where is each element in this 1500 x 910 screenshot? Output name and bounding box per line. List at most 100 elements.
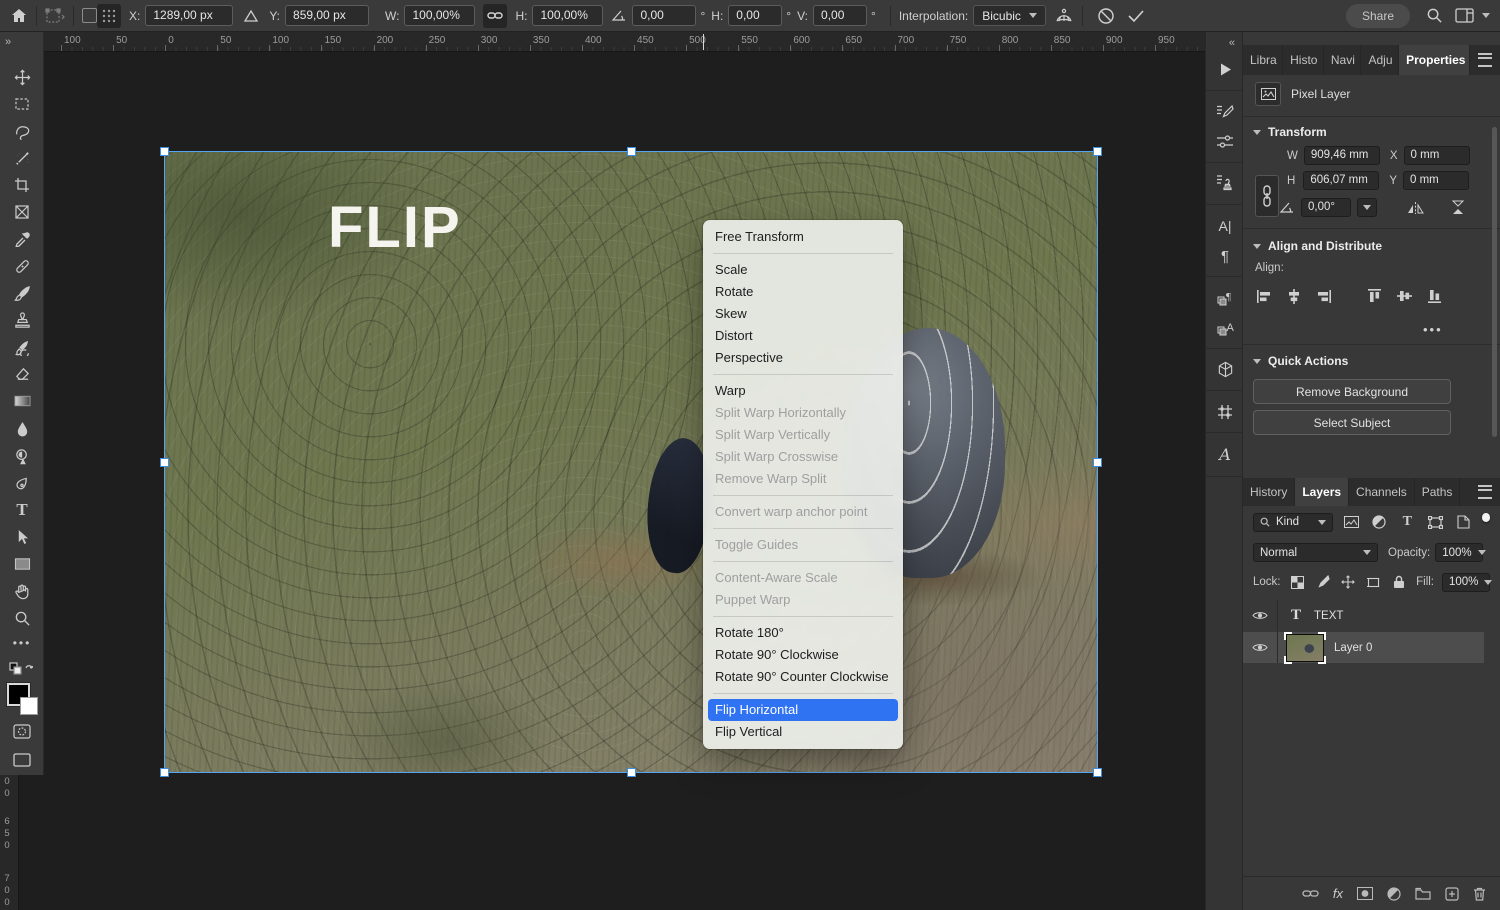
panel-menu-icon[interactable] <box>1470 45 1500 75</box>
transform-handle-top-left[interactable] <box>160 147 169 156</box>
rotation-select[interactable]: 0,00° <box>1301 198 1351 217</box>
blend-mode-select[interactable]: Normal <box>1253 543 1378 562</box>
transform-handle-bottom-left[interactable] <box>160 768 169 777</box>
horizontal-ruler[interactable]: 100 50 0 50 100 150 200 250 300 350 400 … <box>44 32 1205 52</box>
properties-scrollbar[interactable] <box>1492 127 1497 437</box>
opacity-select[interactable]: 100% <box>1435 543 1483 562</box>
link-dimensions-icon[interactable] <box>483 4 507 28</box>
transform-handle-mid-right[interactable] <box>1093 458 1102 467</box>
filter-toggle[interactable] <box>1482 513 1491 522</box>
screen-mode-button[interactable] <box>13 751 31 769</box>
move-tool[interactable] <box>13 68 31 86</box>
zoom-tool[interactable] <box>13 609 31 627</box>
align-v-center-icon[interactable] <box>1396 288 1413 304</box>
swap-colors-icon[interactable] <box>9 662 35 678</box>
glyphs-panel-icon[interactable]: A <box>1215 444 1235 464</box>
menu-item[interactable]: Rotate <box>703 281 903 303</box>
menu-item[interactable]: Rotate 90° Counter Clockwise <box>703 666 903 688</box>
visibility-toggle[interactable] <box>1243 632 1278 663</box>
transform-w-input[interactable]: 909,46 mm <box>1304 146 1380 165</box>
transform-controls-icon[interactable] <box>45 7 65 25</box>
align-more-button[interactable]: ••• <box>1423 322 1443 337</box>
menu-item[interactable]: Distort <box>703 325 903 347</box>
shape-layer-filter-icon[interactable] <box>1426 512 1445 532</box>
w-input[interactable]: 100,00% <box>404 5 475 26</box>
transform-h-input[interactable]: 606,07 mm <box>1303 171 1379 190</box>
frame-tool[interactable] <box>13 203 31 221</box>
quick-actions-header[interactable]: Quick Actions <box>1253 354 1348 368</box>
pen-tool[interactable] <box>13 474 31 492</box>
menu-item[interactable]: Warp <box>703 380 903 402</box>
brush-settings-icon[interactable] <box>1215 102 1235 122</box>
angle-input[interactable]: 0,00 <box>632 5 696 26</box>
align-section-header[interactable]: Align and Distribute <box>1253 239 1382 253</box>
object-selection-tool[interactable] <box>13 149 31 167</box>
fill-select[interactable]: 100% <box>1442 573 1490 592</box>
flip-horizontal-icon[interactable] <box>1407 201 1424 215</box>
search-icon[interactable] <box>1426 7 1443 24</box>
align-left-icon[interactable] <box>1255 288 1272 304</box>
v-skew-input[interactable]: 0,00 <box>813 5 867 26</box>
type-tool[interactable]: T <box>13 501 31 519</box>
spot-healing-tool[interactable] <box>13 257 31 275</box>
gradient-tool[interactable] <box>13 392 31 410</box>
select-subject-button[interactable]: Select Subject <box>1253 410 1451 435</box>
chevron-down-icon[interactable] <box>1482 13 1490 18</box>
brush-tool[interactable] <box>13 284 31 302</box>
hand-tool[interactable] <box>13 582 31 600</box>
tab-channels[interactable]: Channels <box>1349 478 1415 506</box>
eyedropper-tool[interactable] <box>13 230 31 248</box>
path-select-tool[interactable] <box>13 528 31 546</box>
panel-menu-icon[interactable] <box>1470 478 1500 506</box>
tab-histogram[interactable]: Histo <box>1283 45 1324 75</box>
history-brush-tool[interactable] <box>13 338 31 356</box>
transform-x-input[interactable]: 0 mm <box>1404 146 1470 165</box>
actions-play-icon[interactable] <box>1215 59 1235 79</box>
type-layer-filter-icon[interactable]: T <box>1398 512 1417 532</box>
transform-handle-top-center[interactable] <box>627 147 636 156</box>
lasso-tool[interactable] <box>13 122 31 140</box>
home-icon[interactable] <box>10 7 28 25</box>
layer-mask-icon[interactable] <box>1357 887 1373 900</box>
new-group-icon[interactable] <box>1415 887 1431 900</box>
blur-tool[interactable] <box>13 420 31 438</box>
remove-background-button[interactable]: Remove Background <box>1253 379 1451 404</box>
layer-name[interactable]: TEXT <box>1314 610 1343 622</box>
3d-panel-icon[interactable] <box>1215 359 1235 379</box>
paragraph-styles-icon[interactable]: ¶ <box>1215 288 1235 308</box>
tab-history[interactable]: History <box>1243 478 1295 506</box>
workspace-icon[interactable] <box>1455 8 1474 23</box>
layer-effects-icon[interactable]: fx <box>1333 886 1343 901</box>
menu-item[interactable]: Perspective <box>703 347 903 369</box>
photo-layer[interactable]: FLIP <box>165 152 1097 772</box>
document-canvas[interactable]: FLIP <box>165 152 1097 772</box>
clone-stamp-tool[interactable] <box>13 311 31 329</box>
tab-navigator[interactable]: Navi <box>1324 45 1362 75</box>
layer-row-text[interactable]: T TEXT <box>1243 600 1484 631</box>
dodge-tool[interactable] <box>13 447 31 465</box>
tab-paths[interactable]: Paths <box>1415 478 1461 506</box>
link-layers-icon[interactable] <box>1302 889 1319 898</box>
menu-item[interactable]: Rotate 180° <box>703 622 903 644</box>
tab-layers[interactable]: Layers <box>1295 478 1349 506</box>
menu-item[interactable]: Free Transform <box>703 226 903 248</box>
pattern-grid-icon[interactable] <box>1215 402 1235 422</box>
lock-all-icon[interactable] <box>1391 572 1409 592</box>
menu-item[interactable]: Rotate 90° Clockwise <box>703 644 903 666</box>
flip-vertical-icon[interactable] <box>1450 200 1466 215</box>
clone-source-icon[interactable] <box>1215 172 1235 192</box>
visibility-toggle[interactable] <box>1243 600 1278 631</box>
new-layer-icon[interactable] <box>1445 887 1459 901</box>
align-right-icon[interactable] <box>1315 288 1332 304</box>
menu-item[interactable]: Flip Vertical <box>703 721 903 743</box>
tab-libraries[interactable]: Libra <box>1243 45 1283 75</box>
layer-row-layer0[interactable]: Layer 0 <box>1243 632 1484 663</box>
new-adjustment-icon[interactable] <box>1387 887 1401 901</box>
rectangular-marquee-tool[interactable] <box>13 95 31 113</box>
paragraph-panel-icon[interactable]: ¶ <box>1215 246 1235 266</box>
x-input[interactable]: 1289,00 px <box>145 5 233 26</box>
transform-handle-mid-left[interactable] <box>160 458 169 467</box>
character-panel-icon[interactable]: A| <box>1215 216 1235 236</box>
align-bottom-icon[interactable] <box>1426 288 1443 304</box>
transform-handle-bottom-right[interactable] <box>1093 768 1102 777</box>
